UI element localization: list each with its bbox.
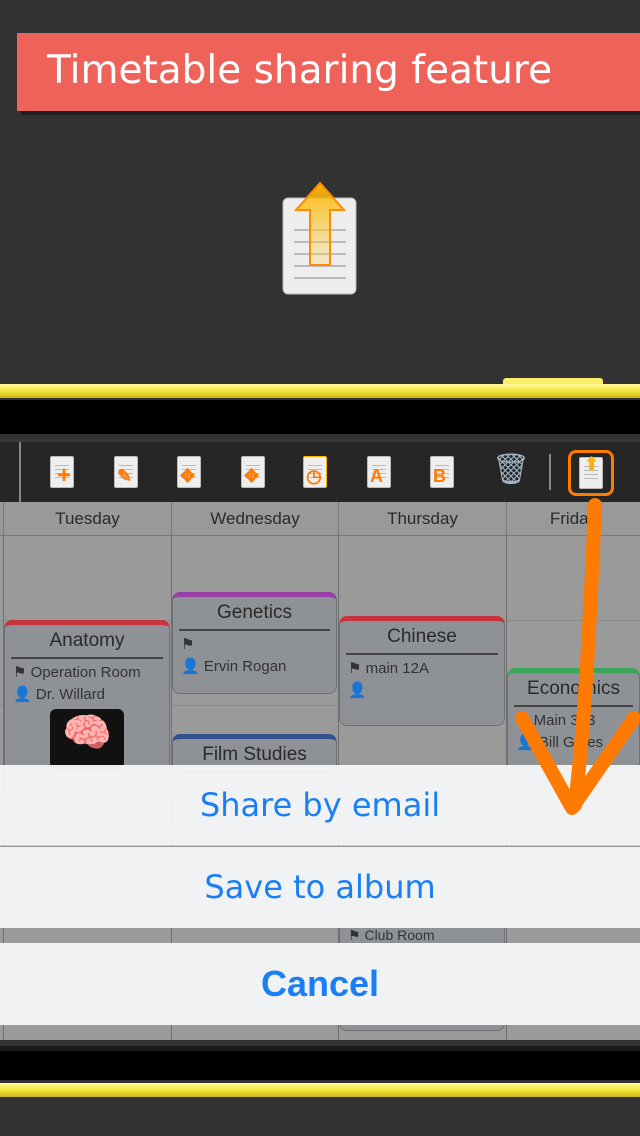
toolbar-divider — [549, 454, 551, 490]
day-friday: Friday — [506, 502, 640, 536]
device-frame-bottom — [0, 1083, 640, 1097]
day-header: Tuesday Wednesday Thursday Friday — [0, 502, 640, 536]
day-wednesday: Wednesday — [171, 502, 338, 536]
card-room: Main 303 — [533, 712, 596, 729]
device-frame-top — [0, 384, 640, 398]
card-title: Anatomy — [11, 625, 163, 659]
day-tuesday: Tuesday — [3, 502, 171, 536]
brain-scan-image: 🧠 — [50, 709, 124, 769]
edit-document-icon[interactable]: ✎ — [109, 452, 143, 492]
document-upload-icon — [282, 181, 357, 295]
card-teacher: Dr. Willard — [35, 686, 106, 703]
trash-icon[interactable]: 🗑 — [492, 452, 530, 492]
person-icon: 👤 — [348, 682, 367, 699]
card-title: Genetics — [179, 597, 330, 631]
card-teacher: Ervin Rogan — [203, 658, 287, 675]
toolbar-divider — [19, 442, 21, 502]
flag-icon: ⚑ — [348, 927, 365, 943]
copy-a-icon[interactable]: A — [362, 452, 396, 492]
class-card-genetics[interactable]: Genetics ⚑ 👤 Ervin Rogan — [172, 592, 337, 694]
person-icon: 👤 — [516, 734, 539, 751]
flag-icon: ⚑ — [181, 636, 195, 653]
day-thursday: Thursday — [338, 502, 506, 536]
flag-icon: ⚑ — [516, 712, 534, 729]
card-room: main 12A — [365, 660, 429, 677]
person-icon: 👤 — [181, 658, 204, 675]
person-icon: 👤 — [13, 686, 36, 703]
card-title: Economics — [514, 673, 633, 707]
copy-b-icon[interactable]: B — [425, 452, 459, 492]
flag-icon: ⚑ — [13, 664, 31, 681]
card-room: Operation Room — [30, 664, 141, 681]
share-icon[interactable]: ⬆ — [568, 450, 614, 496]
toolbar: + ✎ ✥ ✥ ◷ A B 🗑 ⬆ — [0, 440, 640, 502]
move-a-icon[interactable]: ✥ — [172, 452, 206, 492]
card-title: Chinese — [346, 621, 498, 655]
add-document-icon[interactable]: + — [45, 452, 79, 492]
feature-banner: Timetable sharing feature — [17, 33, 640, 111]
save-to-album-button[interactable]: Save to album — [0, 847, 640, 928]
share-by-email-button[interactable]: Share by email — [0, 765, 640, 846]
timed-move-icon[interactable]: ◷ — [298, 452, 332, 492]
banner-title: Timetable sharing feature — [47, 48, 553, 93]
flag-icon: ⚑ — [348, 660, 366, 677]
card-room: Club Room — [364, 927, 435, 943]
status-bar — [0, 400, 640, 434]
card-teacher: Bill Gates — [538, 734, 604, 751]
class-card-chinese[interactable]: Chinese ⚑ main 12A 👤 — [339, 616, 505, 726]
move-b-icon[interactable]: ✥ — [236, 452, 270, 492]
cancel-button[interactable]: Cancel — [0, 943, 640, 1025]
device-bottom-bar — [0, 1046, 640, 1080]
